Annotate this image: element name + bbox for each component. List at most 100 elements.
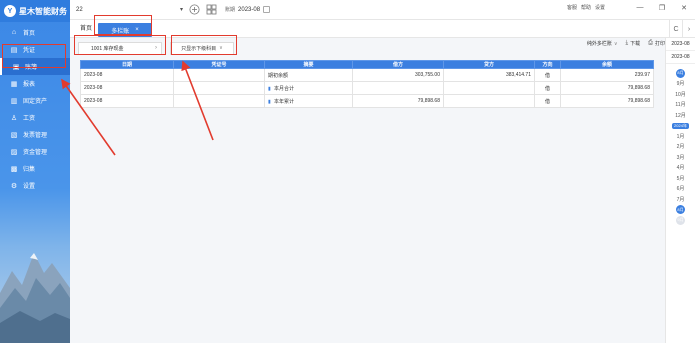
company-name[interactable]: 22 (76, 7, 180, 13)
period-item[interactable]: 10月 (666, 89, 695, 100)
cell-direction: 借 (534, 94, 561, 108)
period-label: 1月 (676, 133, 685, 140)
cell-text: 79,898.68 (627, 85, 650, 91)
col-summary: 摘要 (264, 60, 353, 69)
cell-text: 79,898.68 (417, 98, 440, 104)
app-grid-icon[interactable] (206, 4, 217, 15)
sidebar-item-9[interactable]: ⚙ 设置 (0, 177, 70, 194)
cell-voucher (173, 68, 265, 82)
collect-icon: ▩ (10, 165, 18, 173)
help-link[interactable]: 帮助 (581, 4, 591, 11)
calendar-icon[interactable] (263, 6, 271, 13)
period-item[interactable]: 9月 (666, 215, 695, 226)
table-row[interactable]: 2023-08 ▮ 本年累计 79,898.68 借 79,898.68 (80, 94, 654, 108)
period-item[interactable]: 12月 (666, 110, 695, 121)
period-item[interactable]: 11月 (666, 100, 695, 111)
sidebar-item-label: 归集 (23, 167, 36, 173)
period-item[interactable]: 4月 (666, 163, 695, 174)
cell-debit: 79,898.68 (352, 94, 444, 108)
annotation-box-tab (94, 15, 152, 35)
sidebar-item-label: 报表 (23, 82, 36, 88)
logo-icon: Y (4, 5, 16, 17)
period-label: 7月 (676, 196, 685, 203)
cell-debit (352, 81, 444, 95)
print-icon: ⎙ (648, 40, 653, 46)
cell-credit (443, 94, 535, 108)
period-item[interactable]: 8月 (666, 205, 695, 216)
col-balance: 余额 (560, 60, 654, 69)
close-window-icon[interactable]: ✕ (673, 0, 695, 15)
col-date: 日期 (80, 60, 174, 69)
table-row[interactable]: 2023-08 期初余额 303,755.00 383,414.71 借 239.97 (80, 68, 654, 82)
period-value[interactable]: 2023-08 (238, 7, 260, 13)
cell-balance: 79,898.68 (560, 94, 654, 108)
period-label: 账期 (225, 7, 236, 13)
sidebar-item-3[interactable]: ▦ 报表 (0, 75, 70, 92)
chart-bar-icon[interactable]: ▮ (268, 86, 272, 92)
restore-icon[interactable]: ❐ (651, 0, 673, 15)
settings-icon: ⚙ (10, 182, 18, 190)
sidebar-item-8[interactable]: ▩ 归集 (0, 160, 70, 177)
tab-actions: C › (669, 20, 695, 38)
period-label: 11月 (675, 102, 686, 109)
annotation-box-ledger-menu (2, 44, 66, 68)
cell-balance: 239.97 (560, 68, 654, 82)
ledger-settings-label: 纯外多栏账 (586, 41, 612, 47)
cell-summary: ▮ 本年累计 (264, 94, 353, 108)
period-item[interactable]: 5月 (666, 173, 695, 184)
add-icon[interactable] (189, 4, 200, 15)
cell-text: 本年累计 (274, 98, 295, 105)
cell-summary: 期初余额 (264, 68, 353, 82)
sidebar-item-0[interactable]: ⌂ 首页 (0, 24, 70, 41)
period-item[interactable]: 9月 (666, 79, 695, 90)
refresh-icon[interactable]: C (669, 20, 682, 38)
settings-link[interactable]: 设置 (595, 4, 605, 11)
sidebar-item-7[interactable]: ▨ 资金管理 (0, 143, 70, 160)
download-button[interactable]: ⤓ 下载 (626, 40, 641, 47)
company-dropdown-icon[interactable]: ▾ (180, 6, 183, 13)
cell-balance: 79,898.68 (560, 81, 654, 95)
period-item[interactable]: 7月 (666, 194, 695, 205)
more-tabs-icon[interactable]: › (682, 20, 695, 38)
period-label: 12月 (675, 112, 686, 119)
period-label: 9月 (676, 81, 685, 88)
period-label: 2024年 (672, 122, 689, 129)
table-row[interactable]: 2023-08 ▮ 本月合计 借 79,898.68 (80, 81, 654, 95)
period-start[interactable]: 2023-08 (666, 38, 695, 51)
asset-icon: ▥ (10, 97, 18, 105)
sidebar-item-5[interactable]: ♙ 工资 (0, 109, 70, 126)
period-end[interactable]: 2023-08 (666, 51, 695, 64)
print-button[interactable]: ⎙ 打印 (648, 40, 665, 47)
sidebar-item-label: 设置 (23, 184, 36, 190)
period-item[interactable]: 8月 (666, 68, 695, 79)
period-item[interactable]: 3月 (666, 152, 695, 163)
cell-text: 2023-08 (84, 72, 103, 78)
cell-text: 期初余额 (268, 72, 289, 79)
period-label: 8月 (676, 205, 685, 215)
print-label: 打印 (654, 41, 665, 47)
cell-text: 本月合计 (274, 85, 295, 92)
period-item[interactable]: 6月 (666, 184, 695, 195)
ledger-settings-dropdown[interactable]: 纯外多栏账 ∨ (586, 40, 618, 48)
sidebar-item-4[interactable]: ▥ 固定资产 (0, 92, 70, 109)
period-label: 8月 (676, 68, 685, 78)
period-item[interactable]: 2月 (666, 142, 695, 153)
sidebar-item-6[interactable]: ▧ 发票管理 (0, 126, 70, 143)
cell-voucher (173, 94, 265, 108)
top-bar: 22 ▾ 账期 2023-08 客服 帮助 设置 — ❐ ✕ (70, 0, 695, 20)
service-link[interactable]: 客服 (567, 4, 577, 11)
cell-text: 79,898.68 (627, 98, 650, 104)
sidebar-item-label: 资金管理 (23, 150, 48, 156)
sidebar-item-label: 工资 (23, 116, 36, 122)
cell-text: 2023-08 (84, 98, 103, 104)
minimize-icon[interactable]: — (629, 0, 651, 15)
download-label: 下载 (630, 41, 641, 47)
col-direction: 方向 (534, 60, 561, 69)
cell-date: 2023-08 (80, 81, 174, 95)
main-content: 1001 库存现金 › 只显示下级科目 ∨ 纯外多栏账 ∨ ⤓ 下载 ⎙ 打印 … (70, 38, 665, 343)
sidebar-item-label: 发票管理 (23, 133, 48, 139)
top-links: 客服 帮助 设置 (563, 4, 605, 11)
cell-summary: ▮ 本月合计 (264, 81, 353, 95)
chart-bar-icon[interactable]: ▮ (268, 99, 272, 105)
period-item[interactable]: 1月 (666, 131, 695, 142)
